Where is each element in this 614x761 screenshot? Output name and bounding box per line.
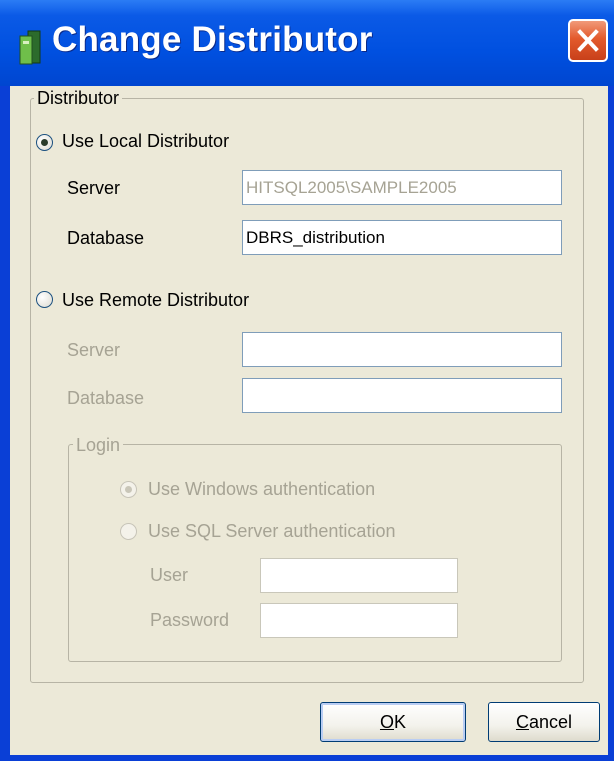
remote-server-label: Server (67, 340, 121, 360)
remote-server-field[interactable] (242, 332, 562, 367)
use-sql-auth-radio[interactable] (120, 523, 137, 540)
local-server-field[interactable]: HITSQL2005\SAMPLE2005 (242, 170, 562, 205)
dialog-client-area: Distributor Use Local Distributor Server… (10, 86, 608, 755)
radio-selected-dot (125, 486, 132, 493)
use-local-distributor-radio[interactable] (36, 134, 53, 151)
local-server-label: Server (67, 178, 121, 198)
cancel-label-rest: ancel (528, 712, 573, 732)
app-icon (19, 30, 41, 65)
distributor-legend: Distributor (34, 88, 123, 109)
change-distributor-dialog: Change Distributor Distributor Use Local… (0, 0, 614, 761)
window-title: Change Distributor (52, 20, 373, 59)
login-legend: Login (73, 435, 124, 456)
user-field[interactable] (260, 558, 458, 593)
ok-button[interactable]: OK (320, 702, 466, 742)
password-field[interactable] (260, 603, 458, 638)
use-windows-auth-radio[interactable] (120, 481, 137, 498)
cancel-mnemonic: C (515, 712, 529, 732)
close-button[interactable] (568, 19, 608, 62)
radio-selected-dot (41, 139, 48, 146)
remote-database-field[interactable] (242, 378, 562, 413)
use-sql-auth-label[interactable]: Use SQL Server authentication (148, 521, 395, 542)
password-label: Password (150, 610, 230, 630)
local-database-label: Database (67, 228, 145, 248)
use-remote-distributor-radio[interactable] (36, 291, 53, 308)
close-icon (577, 29, 599, 52)
cancel-button[interactable]: Cancel (488, 702, 600, 742)
use-local-distributor-label[interactable]: Use Local Distributor (62, 131, 229, 152)
ok-mnemonic: O (379, 712, 394, 732)
ok-label-rest: K (394, 712, 407, 732)
local-database-field[interactable]: DBRS_distribution (242, 220, 562, 255)
remote-database-label: Database (67, 388, 145, 408)
user-label: User (150, 565, 189, 585)
title-bar[interactable]: Change Distributor (0, 0, 614, 86)
use-remote-distributor-label[interactable]: Use Remote Distributor (62, 290, 249, 311)
use-windows-auth-label[interactable]: Use Windows authentication (148, 479, 375, 500)
